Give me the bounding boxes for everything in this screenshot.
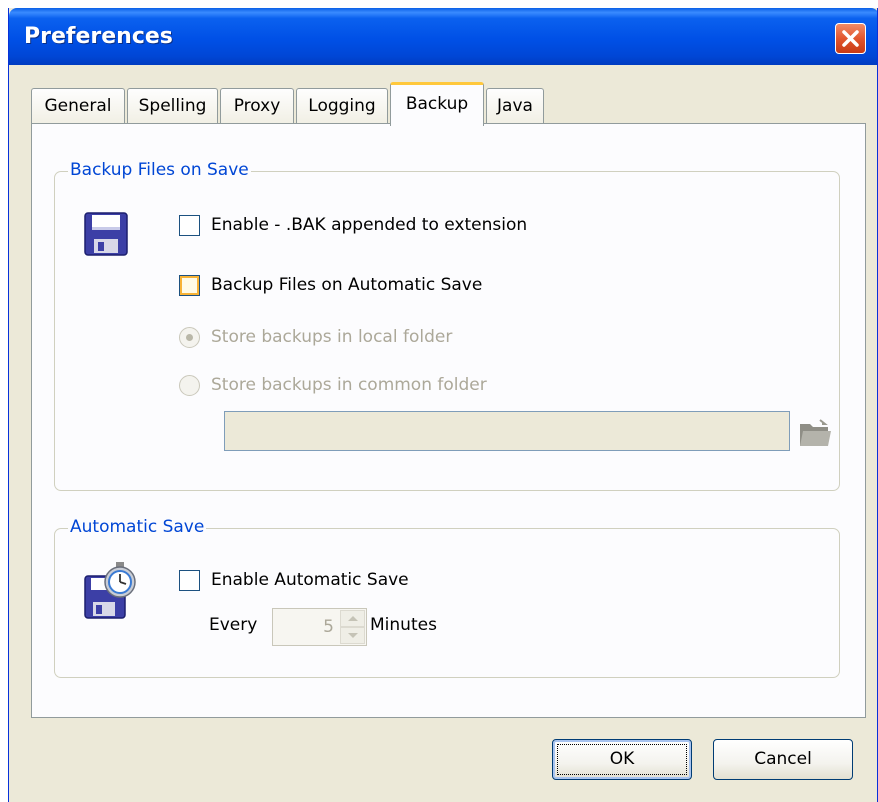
- backup-tab-panel: Backup Files on Save Enable - .BAK appen…: [31, 123, 866, 718]
- spinner-buttons: [340, 610, 365, 644]
- title-bar[interactable]: Preferences: [9, 8, 877, 65]
- tab-proxy[interactable]: Proxy: [220, 88, 294, 124]
- browse-folder-icon[interactable]: [798, 418, 832, 448]
- backup-on-auto-save-checkbox[interactable]: [179, 275, 200, 296]
- automatic-save-group: Automatic Save: [54, 517, 840, 678]
- backup-on-auto-save-label[interactable]: Backup Files on Automatic Save: [211, 275, 482, 295]
- every-label: Every: [209, 615, 258, 635]
- tab-logging[interactable]: Logging: [296, 88, 388, 124]
- enable-auto-save-checkbox[interactable]: [179, 570, 200, 591]
- tab-label: Logging: [308, 96, 376, 116]
- auto-save-interval-spinner[interactable]: 5: [272, 608, 367, 646]
- minutes-label: Minutes: [370, 615, 437, 635]
- group-legend: Automatic Save: [68, 517, 207, 537]
- tab-label: Spelling: [138, 96, 207, 116]
- tab-label: Backup: [405, 94, 469, 114]
- close-button[interactable]: [835, 23, 866, 54]
- tab-java[interactable]: Java: [486, 88, 544, 124]
- cancel-button[interactable]: Cancel: [713, 739, 853, 780]
- tab-spelling[interactable]: Spelling: [127, 88, 218, 124]
- backup-folder-path-input[interactable]: [224, 411, 790, 451]
- floppy-disk-icon: [84, 212, 128, 256]
- tab-label: Proxy: [233, 96, 281, 116]
- tab-label: Java: [497, 96, 533, 116]
- tab-label: General: [44, 96, 112, 116]
- enable-bak-checkbox[interactable]: [179, 215, 200, 236]
- auto-save-clock-icon: [84, 562, 136, 619]
- store-common-radio[interactable]: [179, 375, 200, 396]
- close-icon: [842, 30, 859, 47]
- tab-backup[interactable]: Backup: [390, 82, 484, 126]
- group-legend: Backup Files on Save: [68, 160, 251, 180]
- enable-bak-label[interactable]: Enable - .BAK appended to extension: [211, 215, 527, 235]
- interval-value: 5: [323, 617, 334, 637]
- cancel-button-label: Cancel: [754, 749, 812, 769]
- tab-general[interactable]: General: [31, 88, 125, 124]
- focus-ring: [557, 744, 687, 775]
- spin-down-button[interactable]: [340, 627, 365, 644]
- store-local-radio[interactable]: [179, 327, 200, 348]
- spin-up-button[interactable]: [340, 610, 365, 627]
- preferences-dialog: Preferences General Spelling Proxy Loggi…: [8, 8, 878, 802]
- store-common-label[interactable]: Store backups in common folder: [211, 375, 487, 395]
- enable-auto-save-label[interactable]: Enable Automatic Save: [211, 570, 409, 590]
- window-title: Preferences: [24, 24, 173, 49]
- ok-button[interactable]: OK: [552, 739, 692, 780]
- store-local-label[interactable]: Store backups in local folder: [211, 327, 452, 347]
